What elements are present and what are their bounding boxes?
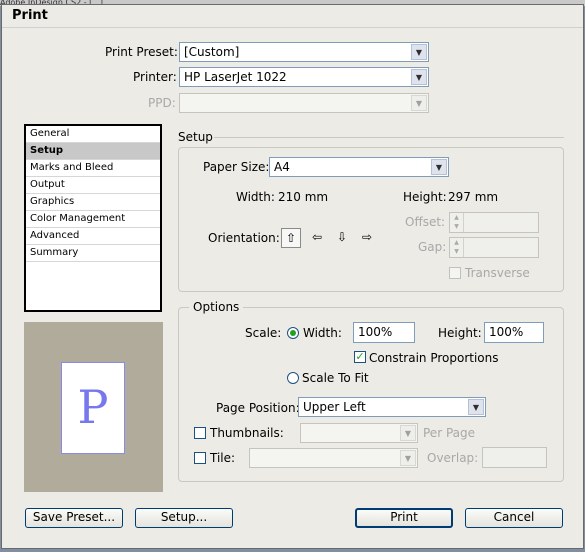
- sidebar-item-advanced[interactable]: Advanced: [26, 228, 160, 245]
- print-button[interactable]: Print: [355, 508, 453, 528]
- paper-width-label: Width:: [236, 190, 275, 204]
- sidebar-item-general[interactable]: General: [26, 126, 160, 143]
- page-preview: P: [24, 322, 163, 492]
- title-bar: Print: [2, 5, 583, 28]
- options-section-title: Options: [189, 300, 244, 314]
- stepper-arrows-icon: ▲ ▼: [450, 213, 464, 232]
- thumbnails-dropdown[interactable]: ▼: [300, 423, 418, 443]
- paper-size-dropdown[interactable]: A4 ▼: [269, 157, 449, 177]
- stepper-arrows-icon: ▲ ▼: [450, 238, 464, 257]
- sidebar-item-output[interactable]: Output: [26, 177, 160, 194]
- ppd-label: PPD:: [148, 96, 176, 110]
- printer-dropdown[interactable]: HP LaserJet 1022 ▼: [179, 67, 429, 87]
- per-page-label: Per Page: [423, 426, 475, 440]
- tile-label: Tile:: [210, 451, 236, 465]
- paper-height-value: 297 mm: [448, 190, 499, 204]
- dialog-title: Print: [12, 8, 48, 23]
- orientation-label: Orientation:: [208, 231, 280, 245]
- scale-to-fit-label: Scale To Fit: [302, 371, 369, 385]
- overlap-input[interactable]: [482, 447, 547, 468]
- printer-label: Printer:: [133, 70, 177, 84]
- scale-height-label: Height:: [438, 326, 482, 340]
- gap-stepper[interactable]: ▲ ▼: [449, 237, 539, 258]
- gap-label: Gap:: [418, 240, 447, 254]
- thumbnails-checkbox[interactable]: [194, 427, 206, 439]
- reverse-portrait-orientation-icon[interactable]: ⇩: [332, 228, 352, 248]
- scale-height-input[interactable]: 100%: [484, 322, 544, 343]
- cancel-button[interactable]: Cancel: [465, 508, 563, 528]
- portrait-orientation-icon[interactable]: ⇧: [281, 228, 301, 248]
- chevron-down-icon: ▼: [411, 95, 427, 111]
- preview-page: P: [61, 362, 125, 454]
- offset-label: Offset:: [405, 215, 446, 229]
- transverse-label: Transverse: [465, 266, 530, 280]
- scale-label: Scale:: [245, 326, 282, 340]
- scale-width-input[interactable]: 100%: [353, 322, 415, 343]
- page-position-value: Upper Left: [303, 400, 366, 414]
- paper-size-label: Paper Size:: [199, 160, 274, 174]
- print-preset-label: Print Preset:: [105, 45, 178, 59]
- page-position-dropdown[interactable]: Upper Left ▼: [298, 397, 486, 417]
- constrain-proportions-checkbox[interactable]: ✓: [354, 351, 366, 363]
- chevron-down-icon: ▼: [400, 450, 416, 466]
- sidebar-item-color-management[interactable]: Color Management: [26, 211, 160, 228]
- chevron-down-icon: ▼: [400, 425, 416, 441]
- chevron-down-icon: ▼: [431, 159, 447, 175]
- print-preset-dropdown[interactable]: [Custom] ▼: [179, 42, 429, 62]
- sidebar-item-summary[interactable]: Summary: [26, 245, 160, 262]
- setup-divider: [214, 137, 564, 138]
- print-preset-value: [Custom]: [184, 45, 240, 59]
- chevron-down-icon: ▼: [411, 69, 427, 85]
- tile-checkbox[interactable]: [194, 452, 206, 464]
- chevron-down-icon: ▼: [411, 44, 427, 60]
- reverse-landscape-orientation-icon[interactable]: ⇨: [357, 228, 377, 248]
- scale-to-fit-radio[interactable]: [287, 372, 299, 384]
- scale-width-label: Width:: [303, 326, 342, 340]
- sidebar-item-graphics[interactable]: Graphics: [26, 194, 160, 211]
- paper-height-label: Height:: [403, 190, 447, 204]
- landscape-orientation-icon[interactable]: ⇦: [307, 228, 327, 248]
- save-preset-button[interactable]: Save Preset...: [25, 508, 123, 528]
- transverse-checkbox[interactable]: [449, 267, 461, 279]
- offset-stepper[interactable]: ▲ ▼: [449, 212, 539, 233]
- sidebar-item-setup[interactable]: Setup: [26, 143, 160, 160]
- tile-dropdown[interactable]: ▼: [249, 448, 418, 468]
- setup-section-title: Setup: [178, 130, 213, 144]
- scale-width-radio[interactable]: [287, 327, 299, 339]
- paper-size-value: A4: [274, 160, 290, 174]
- overlap-label: Overlap:: [427, 451, 479, 465]
- category-list: General Setup Marks and Bleed Output Gra…: [24, 124, 162, 312]
- chevron-down-icon: ▼: [468, 399, 484, 415]
- setup-button[interactable]: Setup...: [135, 508, 233, 528]
- thumbnails-label: Thumbnails:: [210, 426, 284, 440]
- page-position-label: Page Position:: [216, 401, 300, 415]
- sidebar-item-marks-and-bleed[interactable]: Marks and Bleed: [26, 160, 160, 177]
- paper-width-value: 210 mm: [278, 190, 329, 204]
- ppd-dropdown[interactable]: ▼: [179, 93, 429, 113]
- constrain-proportions-label: Constrain Proportions: [369, 351, 499, 365]
- printer-value: HP LaserJet 1022: [184, 70, 287, 84]
